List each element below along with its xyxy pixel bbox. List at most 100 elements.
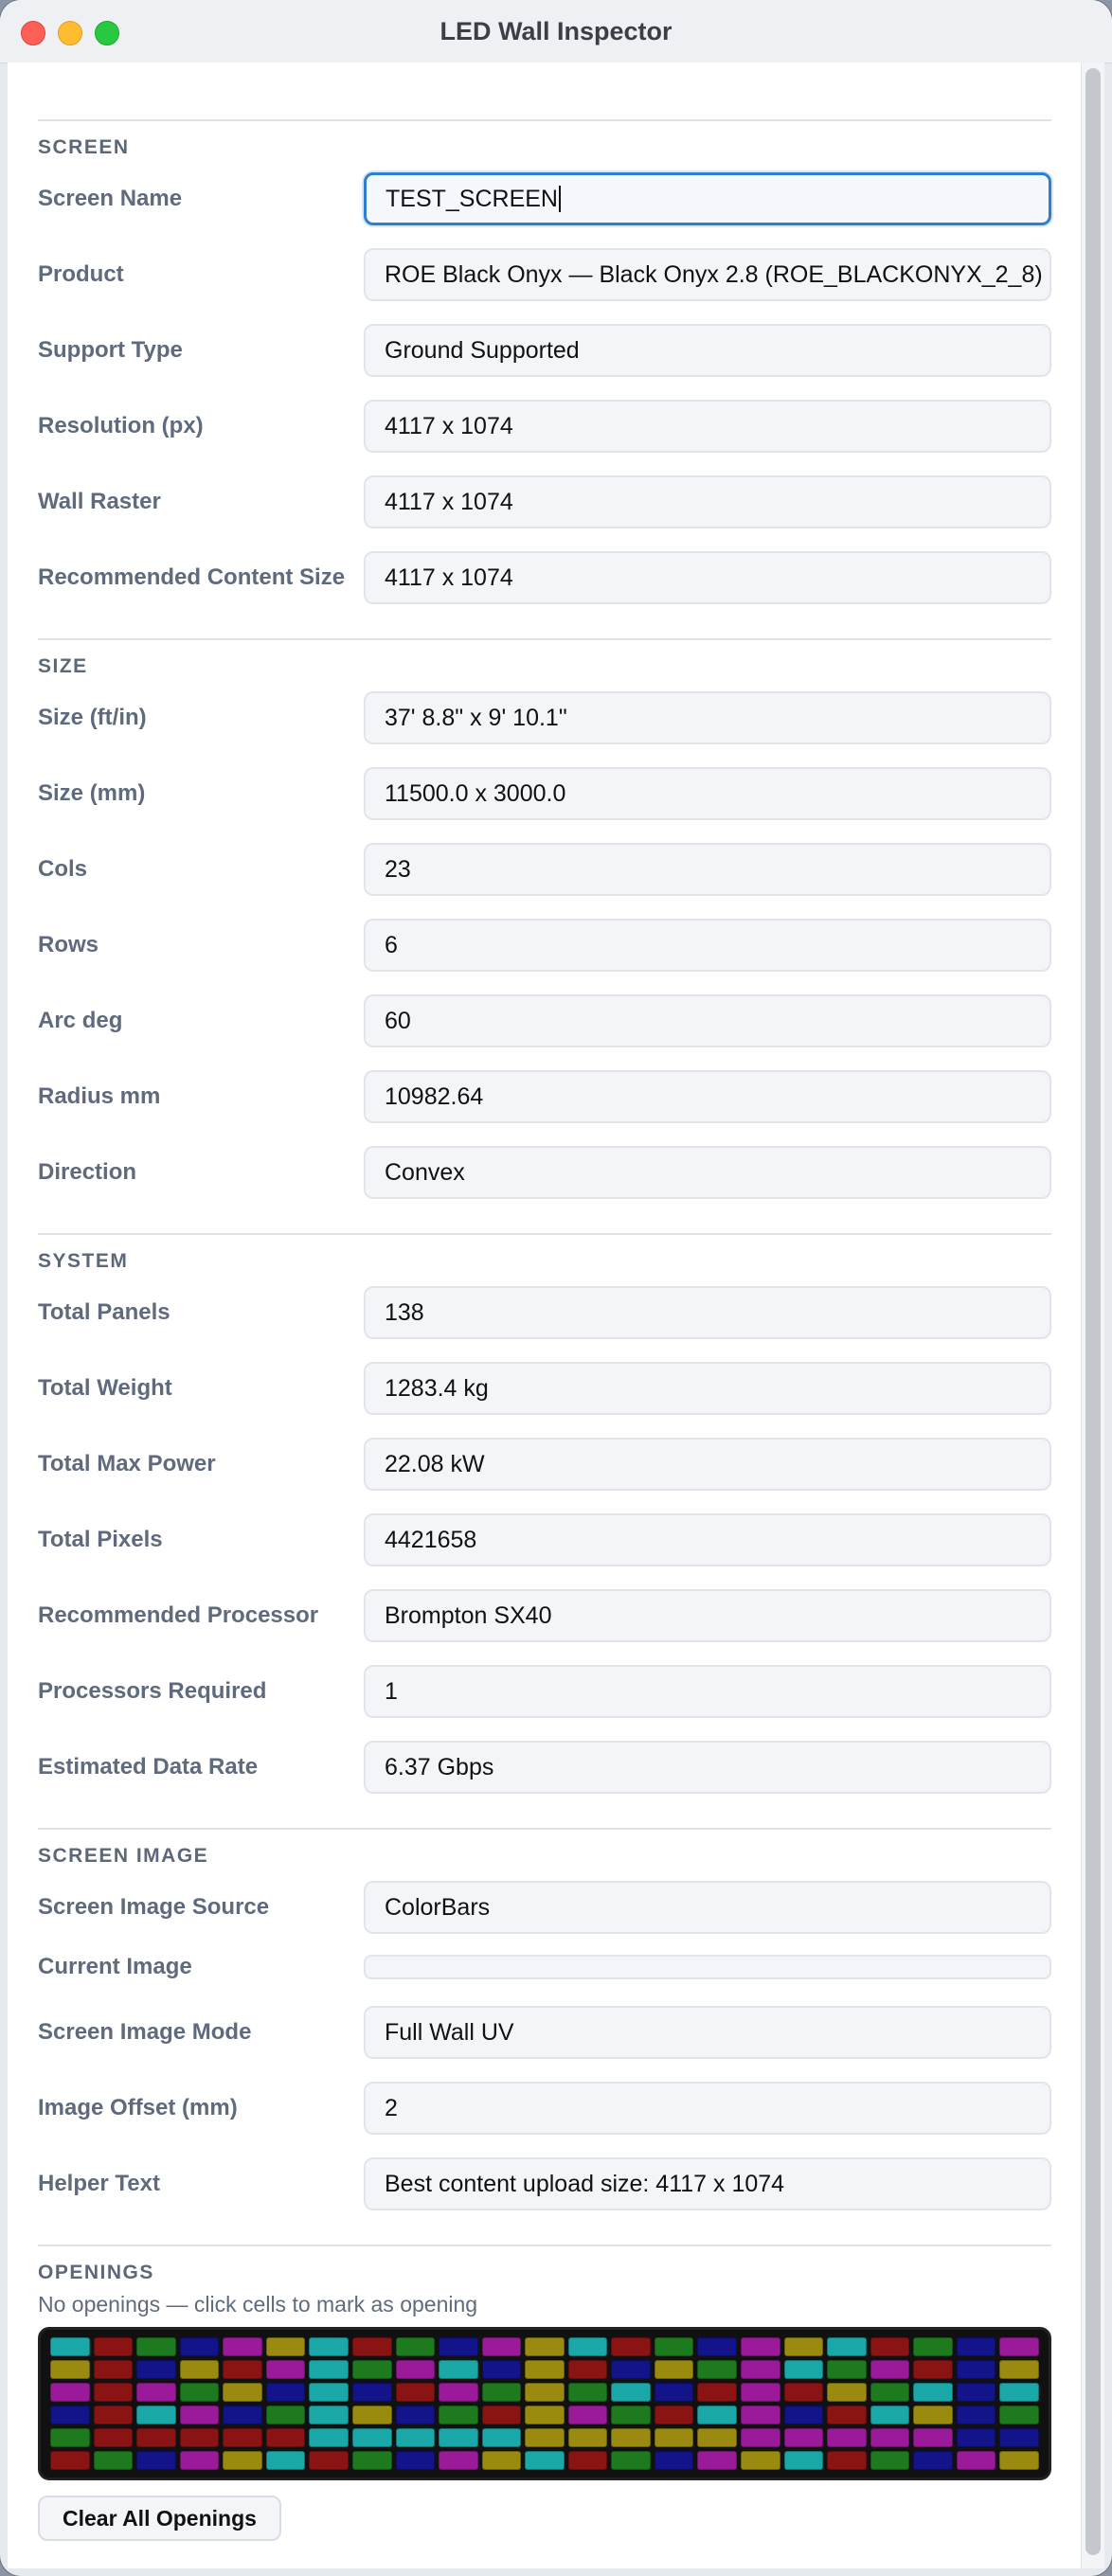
wall-raster-field[interactable]: 4117 x 1074 <box>364 475 1051 528</box>
opening-cell[interactable] <box>956 2383 996 2402</box>
radius-mm-field[interactable]: 10982.64 <box>364 1070 1051 1123</box>
opening-cell[interactable] <box>567 2360 608 2379</box>
opening-cell[interactable] <box>395 2428 436 2447</box>
opening-cell[interactable] <box>395 2451 436 2470</box>
opening-cell[interactable] <box>741 2451 780 2470</box>
opening-cell[interactable] <box>783 2383 824 2402</box>
opening-cell[interactable] <box>265 2383 306 2402</box>
opening-cell[interactable] <box>395 2383 436 2402</box>
opening-cell[interactable] <box>481 2383 522 2402</box>
opening-cell[interactable] <box>611 2360 651 2379</box>
opening-cell[interactable] <box>827 2451 867 2470</box>
opening-cell[interactable] <box>913 2360 953 2379</box>
opening-cell[interactable] <box>567 2383 608 2402</box>
screen-image-mode-field[interactable]: Full Wall UV <box>364 2006 1051 2059</box>
opening-cell[interactable] <box>697 2406 738 2424</box>
support-type-field[interactable]: Ground Supported <box>364 324 1051 377</box>
opening-cell[interactable] <box>783 2428 824 2447</box>
opening-cell[interactable] <box>309 2406 349 2424</box>
opening-cell[interactable] <box>525 2428 565 2447</box>
opening-cell[interactable] <box>827 2337 867 2356</box>
image-offset-field[interactable]: 2 <box>364 2082 1051 2135</box>
opening-cell[interactable] <box>179 2383 220 2402</box>
opening-cell[interactable] <box>309 2360 349 2379</box>
opening-cell[interactable] <box>741 2428 780 2447</box>
opening-cell[interactable] <box>870 2406 910 2424</box>
recommended-processor-field[interactable]: Brompton SX40 <box>364 1589 1051 1642</box>
opening-cell[interactable] <box>827 2383 867 2402</box>
opening-cell[interactable] <box>351 2337 392 2356</box>
opening-cell[interactable] <box>913 2428 953 2447</box>
opening-cell[interactable] <box>567 2451 608 2470</box>
opening-cell[interactable] <box>870 2360 910 2379</box>
opening-cell[interactable] <box>136 2406 176 2424</box>
opening-cell[interactable] <box>697 2428 738 2447</box>
opening-cell[interactable] <box>697 2383 738 2402</box>
total-weight-field[interactable]: 1283.4 kg <box>364 1362 1051 1415</box>
opening-cell[interactable] <box>525 2360 565 2379</box>
opening-cell[interactable] <box>956 2406 996 2424</box>
opening-cell[interactable] <box>351 2383 392 2402</box>
scrollbar[interactable] <box>1081 63 1104 2568</box>
opening-cell[interactable] <box>827 2406 867 2424</box>
opening-cell[interactable] <box>136 2360 176 2379</box>
arc-deg-field[interactable]: 60 <box>364 994 1051 1047</box>
opening-cell[interactable] <box>179 2406 220 2424</box>
opening-cell[interactable] <box>309 2337 349 2356</box>
opening-cell[interactable] <box>136 2383 176 2402</box>
opening-cell[interactable] <box>179 2428 220 2447</box>
opening-cell[interactable] <box>93 2406 134 2424</box>
opening-cell[interactable] <box>654 2451 694 2470</box>
current-image-field[interactable] <box>364 1955 1051 1979</box>
total-max-power-field[interactable]: 22.08 kW <box>364 1438 1051 1491</box>
opening-cell[interactable] <box>611 2451 651 2470</box>
opening-cell[interactable] <box>50 2337 90 2356</box>
opening-cell[interactable] <box>223 2451 262 2470</box>
opening-cell[interactable] <box>223 2337 262 2356</box>
opening-cell[interactable] <box>567 2337 608 2356</box>
estimated-data-rate-field[interactable]: 6.37 Gbps <box>364 1741 1051 1794</box>
opening-cell[interactable] <box>265 2337 306 2356</box>
resolution-field[interactable]: 4117 x 1074 <box>364 400 1051 453</box>
opening-cell[interactable] <box>567 2406 608 2424</box>
opening-cell[interactable] <box>93 2383 134 2402</box>
opening-cell[interactable] <box>439 2360 478 2379</box>
recommended-content-size-field[interactable]: 4117 x 1074 <box>364 551 1051 604</box>
opening-cell[interactable] <box>827 2428 867 2447</box>
screen-image-source-field[interactable]: ColorBars <box>364 1881 1051 1934</box>
opening-cell[interactable] <box>611 2383 651 2402</box>
screen-name-input[interactable]: TEST_SCREEN <box>364 172 1051 225</box>
opening-cell[interactable] <box>913 2337 953 2356</box>
clear-all-openings-button[interactable]: Clear All Openings <box>38 2496 281 2541</box>
opening-cell[interactable] <box>999 2451 1039 2470</box>
opening-cell[interactable] <box>827 2360 867 2379</box>
opening-cell[interactable] <box>93 2337 134 2356</box>
opening-cell[interactable] <box>179 2337 220 2356</box>
opening-cell[interactable] <box>179 2360 220 2379</box>
opening-cell[interactable] <box>697 2451 738 2470</box>
opening-cell[interactable] <box>611 2428 651 2447</box>
opening-cell[interactable] <box>265 2428 306 2447</box>
opening-cell[interactable] <box>439 2451 478 2470</box>
opening-cell[interactable] <box>223 2406 262 2424</box>
opening-cell[interactable] <box>956 2428 996 2447</box>
opening-cell[interactable] <box>439 2428 478 2447</box>
opening-cell[interactable] <box>439 2406 478 2424</box>
opening-cell[interactable] <box>136 2428 176 2447</box>
opening-cell[interactable] <box>741 2360 780 2379</box>
opening-cell[interactable] <box>956 2337 996 2356</box>
opening-cell[interactable] <box>265 2406 306 2424</box>
processors-required-field[interactable]: 1 <box>364 1665 1051 1718</box>
opening-cell[interactable] <box>481 2428 522 2447</box>
opening-cell[interactable] <box>567 2428 608 2447</box>
product-field[interactable]: ROE Black Onyx — Black Onyx 2.8 (ROE_BLA… <box>364 248 1051 301</box>
helper-text-field[interactable]: Best content upload size: 4117 x 1074 <box>364 2157 1051 2210</box>
cols-field[interactable]: 23 <box>364 843 1051 896</box>
opening-cell[interactable] <box>525 2451 565 2470</box>
opening-cell[interactable] <box>999 2406 1039 2424</box>
total-pixels-field[interactable]: 4421658 <box>364 1513 1051 1566</box>
opening-cell[interactable] <box>870 2383 910 2402</box>
opening-cell[interactable] <box>265 2451 306 2470</box>
opening-cell[interactable] <box>136 2337 176 2356</box>
opening-cell[interactable] <box>93 2428 134 2447</box>
